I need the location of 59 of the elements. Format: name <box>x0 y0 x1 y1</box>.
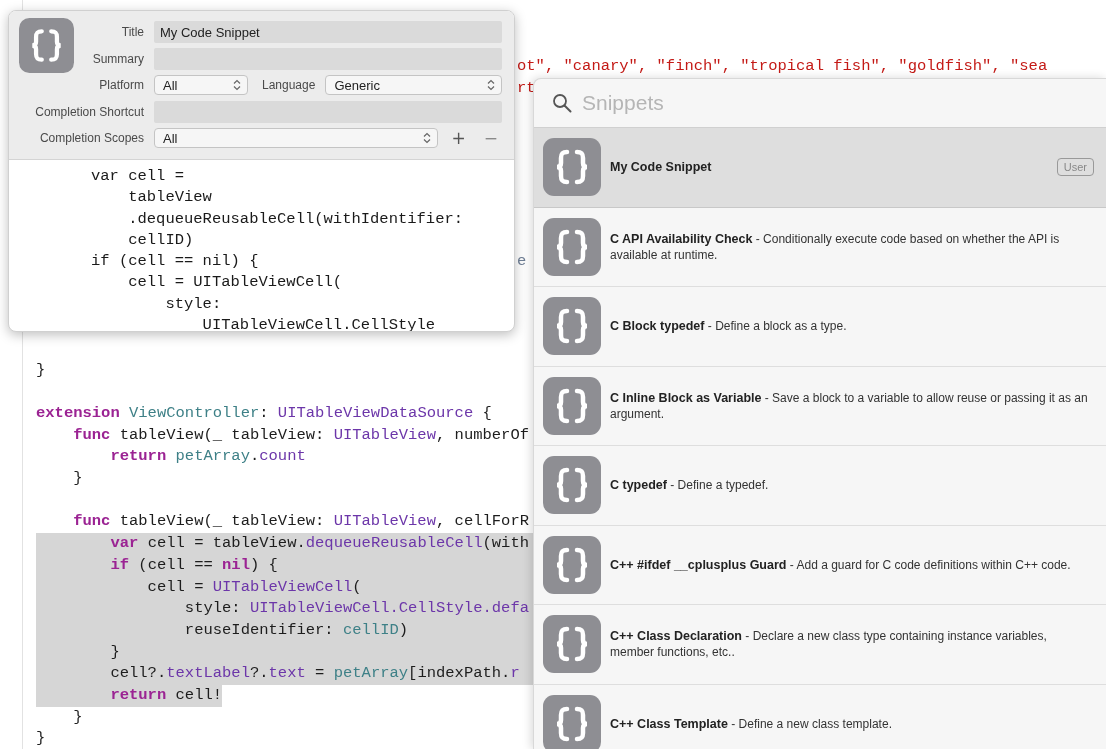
chevron-up-down-icon <box>422 132 431 144</box>
code-line: } <box>36 359 47 381</box>
braces-icon <box>19 17 74 73</box>
snippet-item[interactable]: C++ Class Declaration - Declare a new class type containing instance variables, member functions, etc.. <box>534 605 1106 685</box>
snippet-item[interactable]: C API Availability Check - Conditionally execute code based on whether the API is available at runtime. <box>534 207 1106 287</box>
user-tag: User <box>1056 158 1094 177</box>
snippet-text: C API Availability Check - Conditionally execute code based on whether the API is available at runtime. <box>610 230 1061 263</box>
field-label: Completion Scopes <box>39 131 145 145</box>
chevron-up-down-icon <box>487 79 495 91</box>
scope-button[interactable]: + <box>447 128 470 148</box>
braces-icon <box>543 138 601 197</box>
snippet-item[interactable]: C Inline Block as Variable - Save a block to a variable to allow reuse or passing it as an argument. <box>534 366 1106 446</box>
code-line: func tableView(_ tableView: UITableView, numberOf <box>72 424 530 446</box>
code-line: var cell = <box>91 166 185 187</box>
snippet-text: C++ Class Template - Define a new class template. <box>610 715 893 732</box>
braces-icon <box>543 297 601 356</box>
field-label: Language <box>262 78 316 92</box>
code-line: style: <box>164 293 223 315</box>
braces-icon <box>543 615 601 674</box>
snippet-item[interactable]: C typedef - Define a typedef. <box>534 446 1106 526</box>
braces-icon <box>543 535 601 594</box>
code-line: tableView <box>127 187 213 209</box>
snippet-text: C Inline Block as Variable - Save a block to a variable to allow reuse or passing it as an argument. <box>610 389 1089 422</box>
braces-icon <box>543 456 601 515</box>
chevron-up-down-icon <box>233 79 241 91</box>
field-label: Completion Shortcut <box>35 104 145 119</box>
snippet-text: My Code Snippet <box>610 159 713 176</box>
text-field[interactable]: My Code Snippet <box>154 21 502 43</box>
braces-icon <box>543 376 601 435</box>
snippet-item[interactable]: C++ Class Template - Define a new class template. <box>534 684 1106 749</box>
snippet-item[interactable]: C++ #ifdef __cplusplus Guard - Add a guard for C code definitions within C++ code. <box>534 525 1106 605</box>
code-line: cell = UITableViewCell( <box>127 272 344 294</box>
field-label: Summary <box>92 51 145 66</box>
snippet-text: C++ Class Declaration - Declare a new class type containing instance variables, member functions, etc.. <box>610 628 1048 661</box>
search-field[interactable]: Snippets <box>582 91 882 115</box>
code-line: } <box>72 468 84 490</box>
snippet-text: C Block typedef - Define a block as a type. <box>610 318 848 335</box>
select-field[interactable]: All <box>154 128 438 148</box>
code-line: return petArray.count <box>109 446 307 468</box>
code-line: cellID) <box>127 229 195 251</box>
code-line: ot", "canary", "finch", "tropical fish", "goldfish", "sea <box>517 56 1048 77</box>
snippet-item[interactable]: My Code Snippet User <box>534 128 1106 208</box>
snippet-item[interactable]: C Block typedef - Define a block as a type. <box>534 287 1106 367</box>
snippet-text: C++ #ifdef __cplusplus Guard - Add a guard for C code definitions within C++ code. <box>610 556 1072 573</box>
code-line: rt <box>517 77 536 99</box>
code-line: } <box>72 706 84 728</box>
snippet-text: C typedef - Define a typedef. <box>610 477 770 494</box>
code-line: if (cell == nil) { <box>91 251 260 273</box>
select-field[interactable]: Generic <box>325 75 502 95</box>
code-line: func tableView(_ tableView: UITableView, cellForR <box>72 511 530 533</box>
select-field[interactable]: All <box>154 75 248 95</box>
code-line: } <box>36 728 47 749</box>
code-line: extension ViewController: UITableViewDataSource { <box>36 403 493 424</box>
braces-icon <box>543 217 601 276</box>
code-line: .dequeueReusableCell(withIdentifier: <box>127 208 465 230</box>
search-icon <box>552 93 572 113</box>
field-label: Title <box>121 25 145 39</box>
field-label: Platform <box>99 78 145 92</box>
code-line: e <box>517 251 527 273</box>
